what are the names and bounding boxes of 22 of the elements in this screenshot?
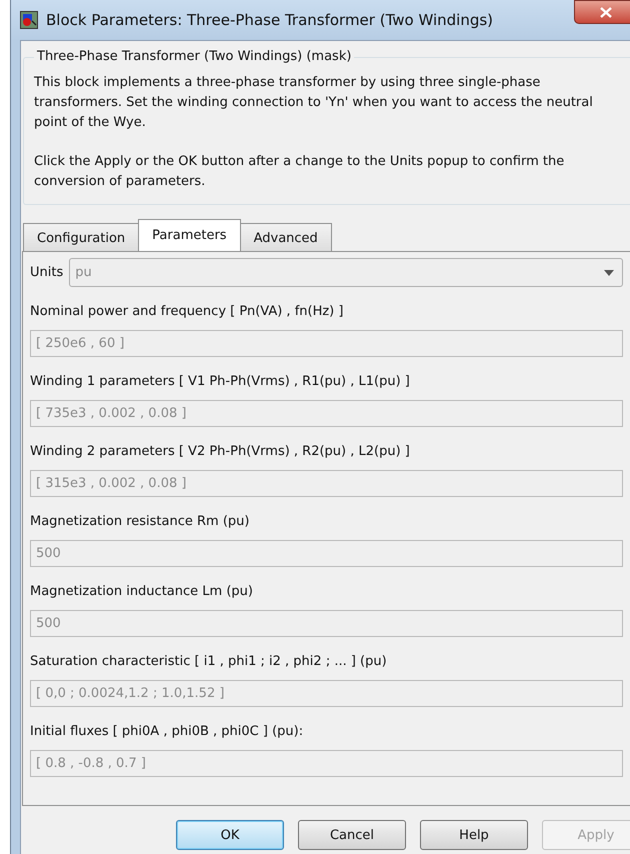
parameter-label: Winding 1 parameters [ V1 Ph-Ph(Vrms) , R1(pu) , L1(pu) ] [30,373,411,391]
caret-icon [604,270,614,276]
parameter-label: Initial fluxes [ phi0A , phi0B , phi0C ] (pu): [30,723,304,741]
close-icon [600,6,612,18]
tab[interactable]: Configuration [23,223,140,251]
parameter-label: Magnetization inductance Lm (pu) [30,583,254,601]
tab[interactable]: Parameters [138,219,241,251]
close-button[interactable] [574,0,630,24]
dialog-button[interactable]: OK [176,820,284,850]
parameter-label: Nominal power and frequency [ Pn(VA) , fn(Hz) ] [30,303,344,321]
group-title: Three-Phase Transformer (Two Windings) (mask) [34,49,354,64]
dialog-button[interactable]: Help [420,820,528,850]
dialog-button[interactable]: Cancel [298,820,406,850]
parameter-label: Winding 2 parameters [ V2 Ph-Ph(Vrms) , R2(pu) , L2(pu) ] [30,443,411,461]
tab[interactable]: Advanced [240,223,332,251]
window-title: Block Parameters: Three-Phase Transformer (Two Windings) [46,11,494,29]
description-text: Click the Apply or the OK button after a change to the Units popup to confirm the conversion of parameters. [34,153,566,191]
units-label: Units [30,265,64,280]
description-text: This block implements a three-phase transformer by using three single-phase transformers. Set the winding connection to 'Yn' when you want to access the neutral point of the Wye. [34,74,594,132]
block-diagram-icon [20,11,38,29]
parameter-label: Magnetization resistance Rm (pu) [30,513,250,531]
parameter-label: Saturation characteristic [ i1 , phi1 ; i2 , phi2 ; ... ] (pu) [30,653,388,671]
